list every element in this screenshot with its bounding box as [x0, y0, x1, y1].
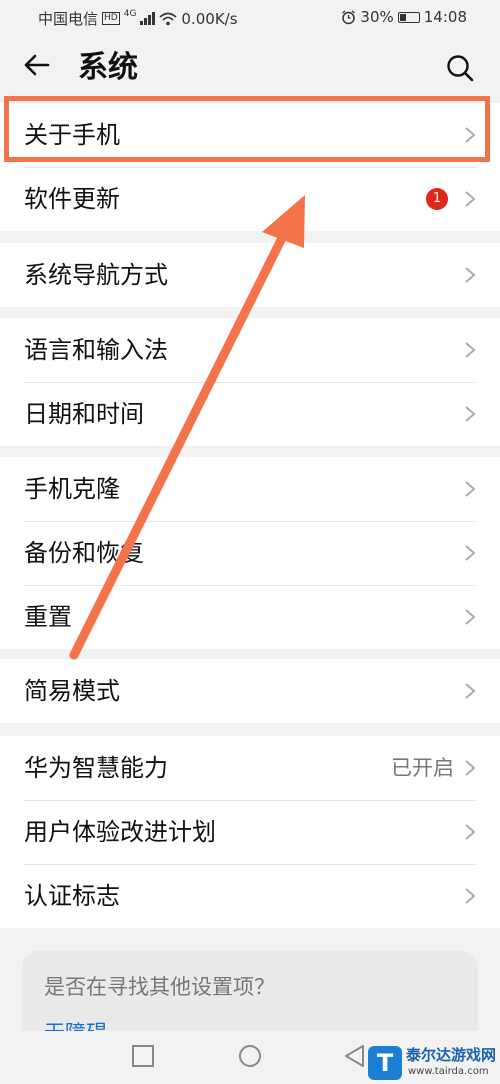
watermark-logo-icon: T	[368, 1046, 402, 1080]
watermark-title: 泰尔达游戏网	[406, 1046, 497, 1064]
watermark: T 泰尔达游戏网 www.tairda.com	[368, 1044, 498, 1082]
watermark-url: www.tairda.com	[408, 1066, 489, 1077]
annotation-arrow	[69, 195, 305, 660]
